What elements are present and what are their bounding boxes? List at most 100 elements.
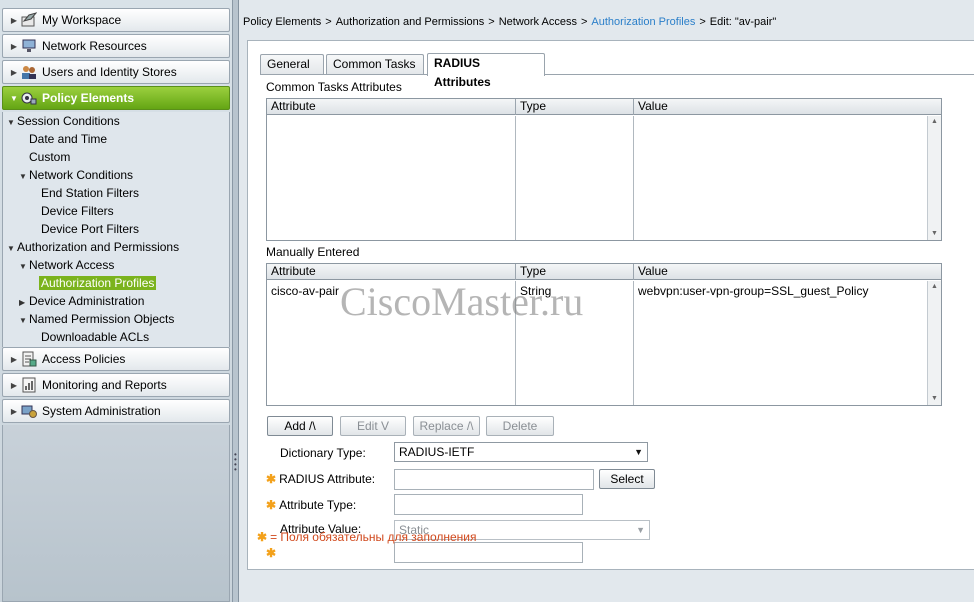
drawer-my-workspace[interactable]: ▶ My Workspace <box>2 8 230 32</box>
required-asterisk-icon: ✱ <box>266 472 277 486</box>
table-column <box>516 116 634 240</box>
drawer-label: My Workspace <box>42 13 122 27</box>
drawer-label: Monitoring and Reports <box>42 378 167 392</box>
table-column <box>267 116 516 240</box>
required-asterisk-icon: ✱ <box>266 498 277 512</box>
collapse-arrow-icon: ▼ <box>19 262 27 271</box>
tab-general[interactable]: General <box>260 54 324 75</box>
dictionary-type-label: Dictionary Type: <box>280 446 366 460</box>
drawer-label: Network Resources <box>42 39 147 53</box>
vertical-scrollbar[interactable]: ▲ ▼ <box>927 116 941 240</box>
drawer-label: Policy Elements <box>42 91 135 105</box>
tree-item-session-conditions[interactable]: ▼ Session Conditions <box>7 113 120 129</box>
common-tasks-attributes-title: Common Tasks Attributes <box>266 80 402 94</box>
table-header: Attribute Type Value <box>267 99 941 115</box>
drawer-policy-elements[interactable]: ▼ Policy Elements <box>2 86 230 110</box>
policy-elements-tree: ▼ Session Conditions Date and Time Custom… <box>2 112 230 347</box>
users-icon <box>22 66 36 79</box>
dropdown-arrow-icon: ▼ <box>634 447 643 457</box>
drawer-label: Access Policies <box>42 352 126 366</box>
expand-arrow-icon: ▶ <box>19 298 26 307</box>
attribute-type-label: ✱ Attribute Type: <box>266 498 357 512</box>
replace-button[interactable]: Replace /\ <box>413 416 480 436</box>
expand-arrow-icon: ▶ <box>10 67 18 77</box>
add-button[interactable]: Add /\ <box>267 416 333 436</box>
drawer-monitoring-reports[interactable]: ▶ Monitoring and Reports <box>2 373 230 397</box>
collapse-arrow-icon: ▼ <box>10 93 18 103</box>
column-header-attribute[interactable]: Attribute <box>267 99 516 115</box>
drawer-label: System Administration <box>42 404 161 418</box>
expand-arrow-icon: ▶ <box>10 354 18 364</box>
value-required-label: ✱ <box>266 546 279 560</box>
expand-arrow-icon: ▶ <box>10 41 18 51</box>
collapse-arrow-icon: ▼ <box>19 172 27 181</box>
navigation-sidebar: ▶ My Workspace ▶ Network Resources ▶ Use… <box>0 0 233 602</box>
vertical-scrollbar[interactable]: ▲ ▼ <box>927 281 941 405</box>
tree-item-named-permission-objects[interactable]: ▼ Named Permission Objects <box>19 311 174 327</box>
dictionary-type-select[interactable]: RADIUS-IETF ▼ <box>394 442 648 462</box>
expand-arrow-icon: ▶ <box>10 380 18 390</box>
tree-item-device-port-filters[interactable]: Device Port Filters <box>41 221 139 237</box>
attribute-type-input[interactable] <box>394 494 583 515</box>
tab-divider <box>260 74 974 75</box>
breadcrumb-authorization-permissions: Authorization and Permissions <box>335 16 485 28</box>
breadcrumb-current: Edit: "av-pair" <box>709 16 777 28</box>
drawer-label: Users and Identity Stores <box>42 65 177 79</box>
edit-button[interactable]: Edit V <box>340 416 406 436</box>
tree-item-network-access[interactable]: ▼ Network Access <box>19 257 114 273</box>
collapse-arrow-icon: ▼ <box>7 118 15 127</box>
tree-item-authorization-profiles[interactable]: Authorization Profiles <box>39 275 157 291</box>
expand-arrow-icon: ▶ <box>10 15 18 25</box>
required-fields-note: ✱ = Поля обязательны для заполнения <box>257 530 477 544</box>
access-policies-icon <box>22 351 37 367</box>
tree-item-network-conditions[interactable]: ▼ Network Conditions <box>19 167 133 183</box>
tree-item-downloadable-acls[interactable]: Downloadable ACLs <box>41 329 149 345</box>
watermark: CiscoMaster.ru <box>340 279 584 324</box>
delete-button[interactable]: Delete <box>486 416 554 436</box>
dropdown-arrow-icon: ▼ <box>636 525 645 535</box>
tree-item-end-station-filters[interactable]: End Station Filters <box>41 185 139 201</box>
radius-attribute-label: ✱ RADIUS Attribute: <box>266 472 376 486</box>
scroll-up-icon[interactable]: ▲ <box>928 281 941 293</box>
collapse-arrow-icon: ▼ <box>19 316 27 325</box>
dictionary-type-value: RADIUS-IETF <box>399 445 475 459</box>
common-tasks-attributes-table: Attribute Type Value ▲ ▼ <box>266 98 942 241</box>
column-header-value[interactable]: Value <box>634 264 941 280</box>
scroll-up-icon[interactable]: ▲ <box>928 116 941 128</box>
workspace-icon <box>21 12 37 27</box>
scroll-down-icon[interactable]: ▼ <box>928 228 941 240</box>
sidebar-empty-area <box>2 425 230 602</box>
drawer-network-resources[interactable]: ▶ Network Resources <box>2 34 230 58</box>
tree-item-custom[interactable]: Custom <box>29 149 70 165</box>
radius-attribute-input[interactable] <box>394 469 594 490</box>
monitoring-icon <box>22 377 36 393</box>
attribute-value-input[interactable] <box>394 542 583 563</box>
tree-item-device-filters[interactable]: Device Filters <box>41 203 114 219</box>
select-button[interactable]: Select <box>599 469 655 489</box>
tree-item-device-administration[interactable]: ▶ Device Administration <box>19 293 144 309</box>
drawer-access-policies[interactable]: ▶ Access Policies <box>2 347 230 371</box>
breadcrumb-authorization-profiles-link[interactable]: Authorization Profiles <box>591 16 695 28</box>
collapse-arrow-icon: ▼ <box>7 244 15 253</box>
breadcrumb-policy-elements: Policy Elements <box>243 16 322 28</box>
system-admin-icon <box>21 405 37 418</box>
expand-arrow-icon: ▶ <box>10 406 18 416</box>
tree-item-authorization-permissions[interactable]: ▼ Authorization and Permissions <box>7 239 179 255</box>
cell-attribute: cisco-av-pair <box>271 284 340 298</box>
scroll-down-icon[interactable]: ▼ <box>928 393 941 405</box>
breadcrumb: Policy Elements > Authorization and Permis… <box>243 16 777 28</box>
splitter-grip-icon: • • • • <box>234 450 237 474</box>
drawer-system-administration[interactable]: ▶ System Administration <box>2 399 230 423</box>
network-resources-icon <box>22 39 36 52</box>
manually-entered-title: Manually Entered <box>266 245 360 259</box>
tab-radius-attributes[interactable]: RADIUS Attributes <box>427 53 545 89</box>
tree-item-date-and-time[interactable]: Date and Time <box>29 131 107 147</box>
column-header-type[interactable]: Type <box>516 99 634 115</box>
policy-elements-icon <box>21 92 37 105</box>
tab-common-tasks[interactable]: Common Tasks <box>326 54 424 75</box>
required-asterisk-icon: ✱ <box>266 546 277 560</box>
breadcrumb-bar: Policy Elements > Authorization and Permis… <box>239 0 974 40</box>
breadcrumb-network-access: Network Access <box>498 16 577 28</box>
drawer-users-identity-stores[interactable]: ▶ Users and Identity Stores <box>2 60 230 84</box>
column-header-value[interactable]: Value <box>634 99 941 115</box>
